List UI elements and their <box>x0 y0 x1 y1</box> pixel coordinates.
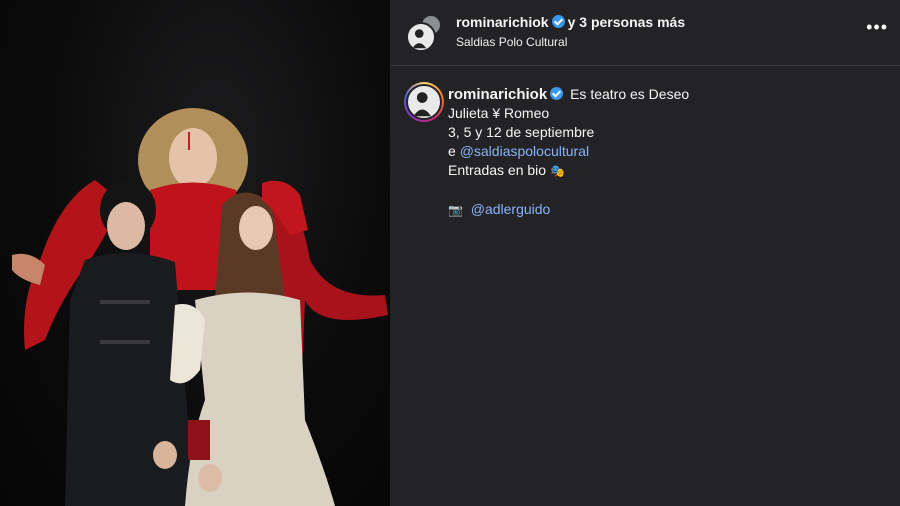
caption-username-link[interactable]: rominarichiok <box>448 86 547 103</box>
caption-author-avatar[interactable] <box>404 82 444 122</box>
collab-avatars[interactable] <box>406 14 444 52</box>
person-icon <box>412 29 427 49</box>
caption-first-line: Es teatro es Deseo <box>570 86 690 102</box>
theatre-cast-illustration <box>12 108 388 506</box>
mention-saldiaspolocultural[interactable]: @saldiaspolocultural <box>460 143 589 159</box>
caption-text: rominarichiok Es teatro es Deseo Julieta… <box>448 85 878 220</box>
instagram-post: rominarichiok y 3 personas más Saldias Po… <box>0 0 900 506</box>
caption-line-3: 3, 5 y 12 de septiembre <box>448 124 595 140</box>
header-users-line: rominarichiok y 3 personas más <box>456 14 685 30</box>
caption-line-2: Julieta ¥ Romeo <box>448 105 550 121</box>
post-photo[interactable] <box>0 0 390 506</box>
post-header: rominarichiok y 3 personas más Saldias Po… <box>390 0 900 66</box>
header-others-link[interactable]: y 3 personas más <box>568 14 686 30</box>
location-link[interactable]: Saldias Polo Cultural <box>456 35 567 49</box>
caption-line-4-prefix: e <box>448 143 460 159</box>
author-avatar[interactable] <box>406 22 436 52</box>
mention-adlerguido[interactable]: @adlerguido <box>471 201 551 217</box>
post-side-panel: rominarichiok y 3 personas más Saldias Po… <box>390 0 900 506</box>
camera-icon: 📷 <box>448 203 463 217</box>
header-username-link[interactable]: rominarichiok <box>456 14 549 30</box>
more-options-icon[interactable]: ••• <box>866 18 888 36</box>
theatre-masks-icon: 🎭 <box>549 164 565 178</box>
verified-badge-icon <box>551 15 565 28</box>
verified-badge-icon <box>550 87 564 100</box>
person-icon <box>413 92 432 117</box>
caption-line-5: Entradas en bio <box>448 162 547 178</box>
